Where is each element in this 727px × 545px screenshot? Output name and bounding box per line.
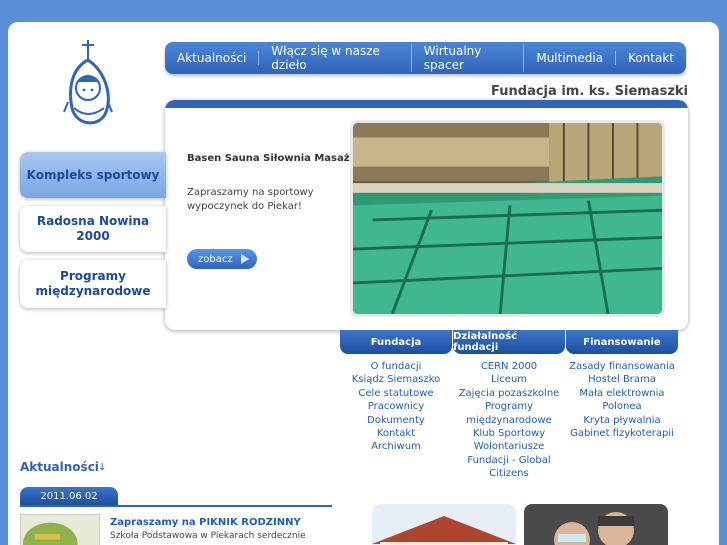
see-more-label: zobacz <box>198 253 233 265</box>
link-o-fundacji[interactable]: O fundacji <box>340 360 452 373</box>
people-photo[interactable] <box>524 504 668 545</box>
feature-top-bar <box>165 100 688 108</box>
foundation-logo[interactable] <box>58 38 118 138</box>
link-zajecia-pozaszkolne[interactable]: Zajęcia pozaszkolne <box>453 387 565 400</box>
link-fundacji-global[interactable]: Fundacji - Global <box>453 454 565 467</box>
link-ksiadz-siemaszko[interactable]: Ksiądz Siemaszko <box>340 373 452 386</box>
side-tab-radosna-nowina[interactable]: Radosna Nowina 2000 <box>20 206 166 252</box>
see-more-button[interactable]: zobacz <box>187 249 257 269</box>
feature-panel: Basen Sauna Siłownia Masaż Zapraszamy na… <box>165 100 688 330</box>
link-gabinet-fizykoterapii[interactable]: Gabinet fizykoterapii <box>566 427 678 440</box>
house-photo[interactable] <box>372 504 516 545</box>
column-links-finansowanie: Zasady finansowania Hostel Brama Mała el… <box>566 360 678 440</box>
link-zasady-finansowania[interactable]: Zasady finansowania <box>566 360 678 373</box>
column-header-dzialalnosc: Działalność fundacji <box>453 330 565 354</box>
nav-item-kontakt[interactable]: Kontakt <box>616 51 686 65</box>
column-links-fundacja: O fundacji Ksiądz Siemaszko Cele statuto… <box>340 360 452 454</box>
nav-item-multimedia[interactable]: Multimedia <box>524 51 617 65</box>
foundation-title: Fundacja im. ks. Siemaszki <box>491 84 688 99</box>
link-archiwum[interactable]: Archiwum <box>340 440 452 453</box>
link-liceum[interactable]: Liceum <box>453 373 565 386</box>
link-kontakt[interactable]: Kontakt <box>340 427 452 440</box>
news-divider <box>20 505 332 507</box>
side-tab-kompleks-sportowy[interactable]: Kompleks sportowy <box>20 152 166 198</box>
column-header-fundacja: Fundacja <box>340 330 452 354</box>
pool-photo[interactable] <box>350 120 665 317</box>
link-citizens[interactable]: Citizens <box>453 467 565 480</box>
link-miedzynarodowe[interactable]: międzynarodowe <box>453 414 565 427</box>
column-header-finansowanie: Finansowanie <box>566 330 678 354</box>
news-date-tab: 2011.06.02 <box>20 487 118 505</box>
news-item-title[interactable]: Zapraszamy na PIKNIK RODZINNY <box>110 517 301 528</box>
link-wolontariusze[interactable]: Wolontariusze <box>453 440 565 453</box>
play-arrow-icon <box>241 254 249 264</box>
link-kryta-plywalnia[interactable]: Kryta pływalnia <box>566 414 678 427</box>
column-links-dzialalnosc: CERN 2000 Liceum Zajęcia pozaszkolne Pro… <box>453 360 565 481</box>
nav-item-wirtualny-spacer[interactable]: Wirtualny spacer <box>412 44 525 72</box>
nav-item-aktualnosci[interactable]: Aktualności <box>165 51 260 65</box>
link-mala-elektrownia[interactable]: Mała elektrownia <box>566 387 678 400</box>
feature-heading: Basen Sauna Siłownia Masaż <box>187 153 350 164</box>
link-klub-sportowy[interactable]: Klub Sportowy <box>453 427 565 440</box>
link-programy[interactable]: Programy <box>453 400 565 413</box>
link-hostel-brama[interactable]: Hostel Brama <box>566 373 678 386</box>
link-cele-statutowe[interactable]: Cele statutowe <box>340 387 452 400</box>
nav-item-wlacz-sie[interactable]: Włącz się w nasze dzieło <box>259 44 412 72</box>
link-polonea[interactable]: Polonea <box>566 400 678 413</box>
chevron-down-icon[interactable]: ↓ <box>98 462 106 473</box>
link-dokumenty[interactable]: Dokumenty <box>340 414 452 427</box>
news-thumbnail[interactable] <box>20 514 100 545</box>
feature-text: Zapraszamy na sportowy wypoczynek do Pie… <box>187 187 314 212</box>
news-item-text: Szkoła Podstawowa w Piekarach serdecznie <box>110 531 306 541</box>
link-pracownicy[interactable]: Pracownicy <box>340 400 452 413</box>
link-cern-2000[interactable]: CERN 2000 <box>453 360 565 373</box>
page-container: Aktualności Włącz się w nasze dzieło Wir… <box>8 22 719 545</box>
news-section-title[interactable]: Aktualności <box>20 460 99 474</box>
top-navigation: Aktualności Włącz się w nasze dzieło Wir… <box>165 42 686 74</box>
side-tab-programy-miedzynarodowe[interactable]: Programy międzynarodowe <box>20 260 166 308</box>
